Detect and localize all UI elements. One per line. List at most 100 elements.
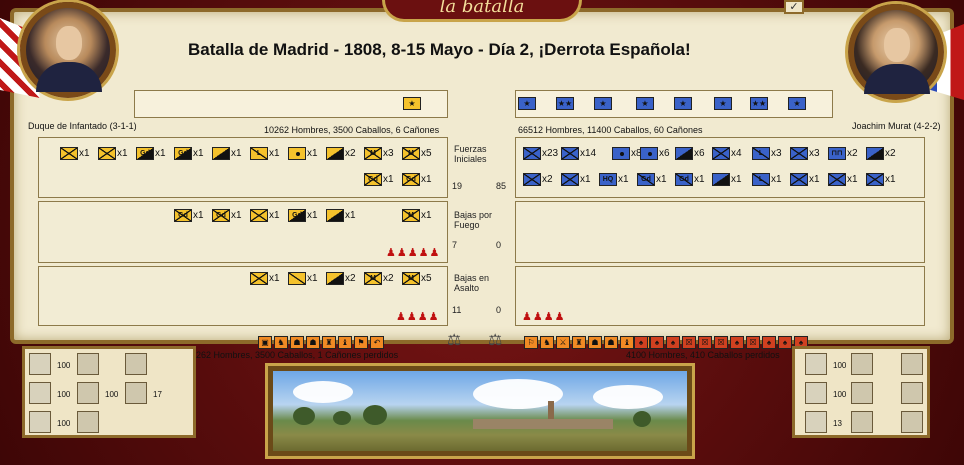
france-unit-counter[interactable]: x2	[523, 173, 553, 186]
france-unit-counter[interactable]: HQ x1	[599, 173, 629, 186]
spain-unit-counter[interactable]: x1	[250, 272, 280, 285]
modifier-icon[interactable]: ♜	[322, 336, 336, 349]
france-commander-portrait[interactable]	[848, 4, 944, 100]
spain-unit-counter[interactable]: Mx5	[402, 272, 432, 285]
spain-unit-counter[interactable]: Lx1	[250, 147, 280, 160]
france-unit-counter[interactable]: x1	[561, 173, 591, 186]
modifier-icon[interactable]: ☗	[588, 336, 602, 349]
modifier-icon[interactable]: ☒	[682, 336, 696, 349]
modifier-icon[interactable]: ▣	[258, 336, 272, 349]
troops-icon	[851, 411, 873, 433]
star-icon[interactable]: ★	[594, 97, 612, 110]
close-check-button[interactable]: ✓	[784, 0, 804, 14]
spain-unit-counter[interactable]: Mx5	[402, 147, 432, 160]
spain-unit-counter[interactable]: x1	[326, 209, 356, 222]
light-cavalry-icon	[288, 272, 306, 285]
cannonball-icon	[805, 382, 827, 404]
leader-icon	[125, 353, 147, 375]
modifier-icon[interactable]: ♞	[540, 336, 554, 349]
spain-unit-counter[interactable]: Gd x1	[174, 147, 204, 160]
france-unit-counter[interactable]: Gd x1	[675, 173, 705, 186]
unit-count: x1	[694, 174, 705, 185]
spain-assault-men-icons: ♟♟♟♟	[396, 311, 440, 323]
modifier-icon[interactable]: ♠	[666, 336, 680, 349]
star-icon[interactable]: ★	[788, 97, 806, 110]
modifier-icon[interactable]: ♠	[730, 336, 744, 349]
modifier-icon[interactable]: ⚐	[524, 336, 538, 349]
modifier-icon[interactable]: ♝	[620, 336, 634, 349]
modifier-icon[interactable]: ☒	[746, 336, 760, 349]
star-icon[interactable]: ★	[674, 97, 692, 110]
heavy-cavalry-icon	[326, 147, 344, 160]
modifier-icon[interactable]: ♠	[778, 336, 792, 349]
unit-count: x1	[618, 174, 629, 185]
unit-count: x2	[383, 273, 394, 284]
spain-unit-counter[interactable]: x1	[60, 147, 90, 160]
france-unit-counter[interactable]: x2	[866, 147, 896, 160]
france-commander-name: Joachim Murat (4-2-2)	[852, 121, 941, 131]
modifier-icon[interactable]: ↶	[370, 336, 384, 349]
france-losses-summary: 4100 Hombres, 410 Caballos perdidos	[626, 350, 780, 360]
france-unit-counter[interactable]: Gd x1	[637, 173, 667, 186]
spain-unit-counter[interactable]: Mx3	[364, 147, 394, 160]
spain-unit-counter[interactable]: x1	[250, 209, 280, 222]
france-unit-counter[interactable]: x6	[675, 147, 705, 160]
modifier-icon[interactable]: ♠	[650, 336, 664, 349]
modifier-icon[interactable]: ♞	[274, 336, 288, 349]
spain-unit-counter[interactable]: Mx1	[402, 209, 432, 222]
france-unit-counter[interactable]: x4	[712, 147, 742, 160]
modifier-icon[interactable]: ☒	[714, 336, 728, 349]
spain-unit-counter[interactable]: Gd x1	[212, 209, 242, 222]
modifier-icon[interactable]: ☗	[290, 336, 304, 349]
star-icon[interactable]: ★	[714, 97, 732, 110]
france-unit-counter[interactable]: x23	[523, 147, 558, 160]
france-unit-counter[interactable]: x1	[790, 173, 820, 186]
france-unit-counter[interactable]: ⊓⊓ x2	[828, 147, 858, 160]
france-unit-counter[interactable]: x14	[561, 147, 596, 160]
star-icon[interactable]: ★	[403, 97, 421, 110]
modifier-icon[interactable]: ♜	[572, 336, 586, 349]
spain-unit-counter[interactable]: x2	[326, 147, 356, 160]
spain-leader-strip: ★	[134, 90, 448, 118]
window-title: la batalla	[382, 0, 582, 22]
france-unit-counter[interactable]: Lx1	[752, 173, 782, 186]
france-unit-counter[interactable]: Lx3	[752, 147, 782, 160]
spain-unit-counter[interactable]: x2	[326, 272, 356, 285]
spain-unit-counter[interactable]: x1	[288, 272, 318, 285]
modifier-icon[interactable]: ☒	[698, 336, 712, 349]
modifier-icon[interactable]: ♝	[338, 336, 352, 349]
modifier-icon[interactable]: ⚔	[556, 336, 570, 349]
star-icon[interactable]: ★	[518, 97, 536, 110]
modifier-icon[interactable]: ☗	[604, 336, 618, 349]
france-unit-counter[interactable]: x1	[828, 173, 858, 186]
france-unit-counter[interactable]: x6	[640, 147, 670, 160]
militia-guard-icon: Gd	[402, 173, 420, 186]
star-icon[interactable]: ★	[636, 97, 654, 110]
star-icon[interactable]: ★★	[750, 97, 768, 110]
modifier-icon[interactable]: ♠	[762, 336, 776, 349]
spain-unit-counter[interactable]: x1	[212, 147, 242, 160]
spain-commander-portrait[interactable]	[20, 2, 116, 98]
france-unit-counter[interactable]: x3	[790, 147, 820, 160]
modifier-icon[interactable]: ⚑	[354, 336, 368, 349]
spain-unit-counter[interactable]: Gd x1	[402, 173, 432, 186]
modifier-icon[interactable]: ♠	[634, 336, 648, 349]
spain-unit-counter[interactable]: Gd x1	[288, 209, 318, 222]
spain-unit-counter[interactable]: Gd x1	[136, 147, 166, 160]
spain-unit-counter[interactable]: Gd x1	[364, 173, 394, 186]
cavalry-icon	[712, 173, 730, 186]
unit-count: x1	[307, 148, 318, 159]
spain-unit-counter[interactable]: Mx2	[364, 272, 394, 285]
spain-unit-counter[interactable]: Gd x1	[174, 209, 204, 222]
france-unit-counter[interactable]: x1	[866, 173, 896, 186]
modifier-icon[interactable]: ☗	[306, 336, 320, 349]
spain-unit-counter[interactable]: x1	[288, 147, 318, 160]
france-assault-men-icons: ♟♟♟♟	[522, 311, 566, 323]
unit-count: x1	[345, 210, 356, 221]
star-icon[interactable]: ★★	[556, 97, 574, 110]
bridge-icon: ⊓⊓	[828, 147, 846, 160]
spain-unit-counter[interactable]: x1	[98, 147, 128, 160]
france-unit-counter[interactable]: x8	[612, 147, 642, 160]
unit-count: x2	[847, 148, 858, 159]
france-unit-counter[interactable]: x1	[712, 173, 742, 186]
